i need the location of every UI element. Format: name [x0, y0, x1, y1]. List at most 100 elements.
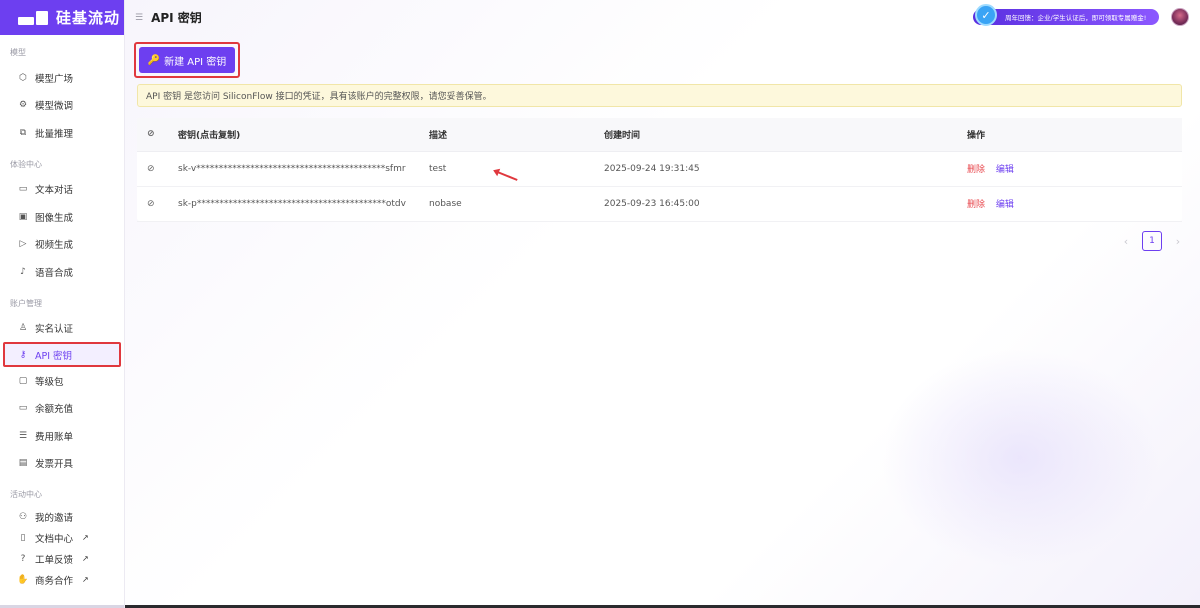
- sidebar-link-business[interactable]: ✋ 商务合作 ↗: [0, 569, 124, 590]
- sidebar-item-label: 等级包: [35, 376, 64, 388]
- help-icon: ?: [20, 553, 26, 564]
- section-title-models: 模型: [10, 48, 26, 57]
- delete-button[interactable]: 删除: [967, 200, 985, 210]
- sidebar-item-level-package[interactable]: ▢ 等级包: [0, 367, 124, 395]
- sidebar-item-label: 实名认证: [35, 324, 74, 336]
- bill-icon: ☰: [18, 430, 28, 441]
- new-api-key-label: 新建 API 密钥: [164, 56, 227, 68]
- promo-banner[interactable]: 周年回馈：企业/学生认证后，即可领取专属赠金!: [973, 9, 1159, 25]
- sidebar-item-label: 文档中心: [35, 533, 74, 545]
- sidebar-item-label: 工单反馈: [35, 554, 74, 566]
- sidebar-item-label: 模型微调: [35, 101, 74, 113]
- chat-icon: ▭: [18, 184, 28, 195]
- sidebar-item-model-finetune[interactable]: ⚙ 模型微调: [0, 92, 124, 120]
- invoice-icon: ▤: [18, 458, 28, 469]
- avatar[interactable]: [1171, 8, 1189, 26]
- sidebar-item-verification[interactable]: ♙ 实名认证: [0, 315, 124, 343]
- package-icon: ▢: [18, 375, 28, 386]
- sidebar-item-my-invites[interactable]: ⚇ 我的邀请: [0, 506, 124, 527]
- notice-banner: API 密钥 是您访问 SiliconFlow 接口的凭证，具有该账户的完整权限…: [137, 84, 1182, 107]
- sidebar-item-invoice[interactable]: ▤ 发票开具: [0, 450, 124, 478]
- new-key-highlight: 🔑 新建 API 密钥: [134, 42, 240, 78]
- sidebar-item-label: 余额充值: [35, 404, 74, 416]
- page-title: API 密钥: [151, 11, 202, 25]
- eye-off-icon[interactable]: ⊘: [137, 186, 178, 222]
- batch-icon: ⧉: [19, 127, 27, 138]
- main-content: ☰ API 密钥 周年回馈：企业/学生认证后，即可领取专属赠金! ✓ 🔑 新建 …: [125, 0, 1200, 608]
- tune-icon: ⚙: [18, 100, 28, 111]
- sidebar-item-label: 图像生成: [35, 212, 74, 224]
- next-page-icon[interactable]: ›: [1172, 235, 1184, 248]
- card-icon: ▭: [18, 403, 28, 414]
- sidebar-item-label: 视频生成: [35, 240, 74, 252]
- sidebar: 硅基流动 模型 ⬡ 模型广场 ⚙ 模型微调 ⧉ 批量推理 体验中心 ▭ 文本对话…: [0, 0, 125, 608]
- created-time: 2025-09-24 19:31:45: [604, 151, 967, 187]
- created-time: 2025-09-23 16:45:00: [604, 186, 967, 222]
- sidebar-item-image-gen[interactable]: ▣ 图像生成: [0, 203, 124, 231]
- background-glow: [880, 348, 1160, 568]
- sidebar-item-recharge[interactable]: ▭ 余额充值: [0, 395, 124, 423]
- sidebar-link-docs[interactable]: ▯ 文档中心 ↗: [0, 527, 124, 548]
- video-icon: ▷: [19, 239, 27, 250]
- sidebar-item-label: 我的邀请: [35, 512, 74, 524]
- row-actions: 删除 编辑: [967, 186, 1182, 222]
- sidebar-item-label: 费用账单: [35, 431, 74, 443]
- column-header-key: 密钥(点击复制): [178, 118, 429, 152]
- key-icon: 🔑: [147, 54, 161, 66]
- key-icon: ⚷: [19, 349, 27, 360]
- column-header-ops: 操作: [967, 118, 1182, 152]
- edit-button[interactable]: 编辑: [996, 200, 1014, 210]
- promo-check-icon: ✓: [975, 4, 997, 26]
- invite-icon: ⚇: [18, 511, 28, 522]
- logo[interactable]: 硅基流动: [0, 0, 124, 35]
- external-link-icon: ↗: [82, 533, 89, 542]
- row-actions: 删除 编辑: [967, 151, 1182, 187]
- pagination: ‹ 1 ›: [1120, 231, 1184, 251]
- key-description: nobase: [429, 186, 604, 222]
- section-title-experience: 体验中心: [10, 159, 42, 169]
- sidebar-item-label: API 密钥: [35, 350, 73, 362]
- sidebar-item-label: 语音合成: [35, 267, 74, 279]
- edit-button[interactable]: 编辑: [996, 165, 1014, 175]
- notice-text: API 密钥 是您访问 SiliconFlow 接口的凭证，具有该账户的完整权限…: [146, 92, 492, 102]
- page-number-current[interactable]: 1: [1142, 231, 1162, 251]
- table-header-row: ⊘ 密钥(点击复制) 描述 创建时间 操作: [137, 118, 1182, 152]
- prev-page-icon[interactable]: ‹: [1120, 235, 1132, 248]
- api-keys-table: ⊘ 密钥(点击复制) 描述 创建时间 操作 ⊘ sk-v************…: [137, 118, 1182, 222]
- eye-off-icon[interactable]: ⊘: [137, 151, 178, 187]
- user-check-icon: ♙: [18, 323, 28, 334]
- sidebar-item-model-square[interactable]: ⬡ 模型广场: [0, 64, 124, 92]
- delete-button[interactable]: 删除: [967, 165, 985, 175]
- toggle-visibility-all-icon[interactable]: ⊘: [137, 118, 178, 152]
- sidebar-item-text-chat[interactable]: ▭ 文本对话: [0, 176, 124, 204]
- column-header-desc: 描述: [429, 118, 604, 152]
- column-header-created: 创建时间: [604, 118, 967, 152]
- external-link-icon: ↗: [82, 575, 89, 584]
- mic-icon: ♪: [20, 266, 26, 277]
- section-title-account: 账户管理: [10, 298, 42, 308]
- table-row: ⊘ sk-v**********************************…: [137, 151, 1182, 187]
- external-link-icon: ↗: [82, 554, 89, 563]
- sidebar-item-batch-inference[interactable]: ⧉ 批量推理: [0, 119, 124, 147]
- sidebar-item-label: 模型广场: [35, 73, 74, 85]
- image-icon: ▣: [18, 211, 28, 222]
- sidebar-item-label: 批量推理: [35, 128, 74, 140]
- sidebar-item-bills[interactable]: ☰ 费用账单: [0, 422, 124, 450]
- new-api-key-button[interactable]: 🔑 新建 API 密钥: [139, 47, 235, 73]
- sidebar-item-speech[interactable]: ♪ 语音合成: [0, 258, 124, 286]
- sidebar-item-video-gen[interactable]: ▷ 视频生成: [0, 231, 124, 259]
- sidebar-item-label: 文本对话: [35, 185, 74, 197]
- sidebar-item-api-keys[interactable]: ⚷ API 密钥: [3, 342, 121, 367]
- menu-icon[interactable]: ☰: [135, 13, 143, 23]
- logo-text: 硅基流动: [56, 9, 121, 27]
- table-row: ⊘ sk-p**********************************…: [137, 186, 1182, 222]
- section-title-activity: 活动中心: [10, 490, 42, 499]
- cube-icon: ⬡: [19, 72, 27, 83]
- logo-mark-icon: [18, 10, 48, 25]
- api-key-value[interactable]: sk-v************************************…: [178, 151, 429, 187]
- handshake-icon: ✋: [17, 574, 29, 585]
- sidebar-item-label: 商务合作: [35, 575, 74, 587]
- api-key-value[interactable]: sk-p************************************…: [178, 186, 429, 222]
- sidebar-item-label: 发票开具: [35, 459, 74, 471]
- sidebar-link-tickets[interactable]: ? 工单反馈 ↗: [0, 548, 124, 569]
